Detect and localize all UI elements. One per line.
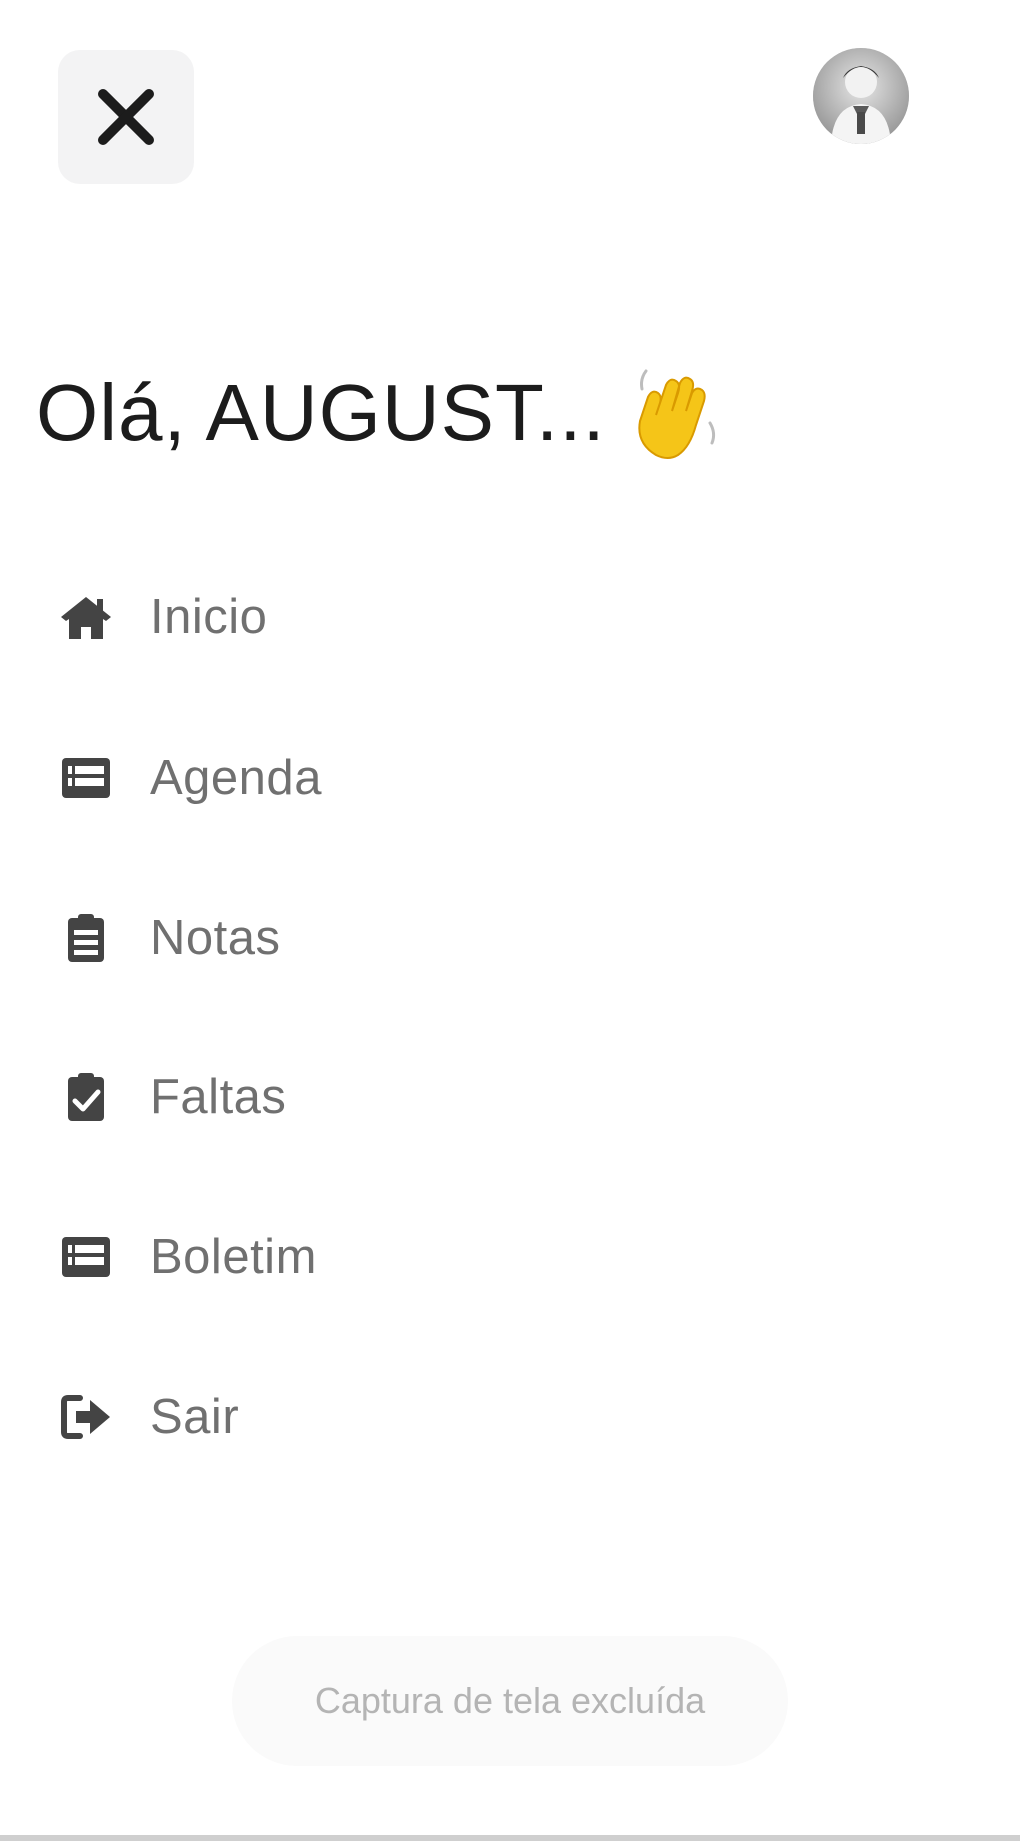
menu-item-label: Agenda: [150, 751, 322, 805]
menu-item-agenda[interactable]: Agenda: [58, 733, 578, 823]
bottom-divider: [0, 1835, 1020, 1841]
clipboard-list-icon: [58, 910, 114, 966]
menu-item-label: Boletim: [150, 1230, 317, 1284]
menu-item-boletim[interactable]: Boletim: [58, 1212, 578, 1302]
avatar[interactable]: [813, 48, 909, 144]
menu-item-label: Faltas: [150, 1070, 287, 1124]
menu-item-label: Sair: [150, 1390, 240, 1444]
menu-item-notas[interactable]: Notas: [58, 893, 578, 983]
close-button[interactable]: [58, 50, 194, 184]
menu-item-inicio[interactable]: Inicio: [58, 572, 578, 662]
menu-item-faltas[interactable]: Faltas: [58, 1052, 578, 1142]
user-avatar-icon: [813, 48, 909, 144]
waving-hand-icon: [626, 363, 722, 463]
greeting-text: Olá, AUGUST...: [36, 368, 606, 457]
sign-out-icon: [58, 1389, 114, 1445]
table-icon: [58, 750, 114, 806]
table-icon: [58, 1229, 114, 1285]
close-icon: [98, 89, 154, 145]
menu-item-label: Notas: [150, 911, 281, 965]
clipboard-check-icon: [58, 1069, 114, 1125]
home-icon: [58, 589, 114, 645]
toast-message: Captura de tela excluída: [232, 1636, 788, 1766]
menu-item-label: Inicio: [150, 590, 268, 644]
menu-item-sair[interactable]: Sair: [58, 1372, 578, 1462]
greeting-title: Olá, AUGUST...: [36, 348, 722, 478]
toast-text: Captura de tela excluída: [314, 1680, 706, 1721]
